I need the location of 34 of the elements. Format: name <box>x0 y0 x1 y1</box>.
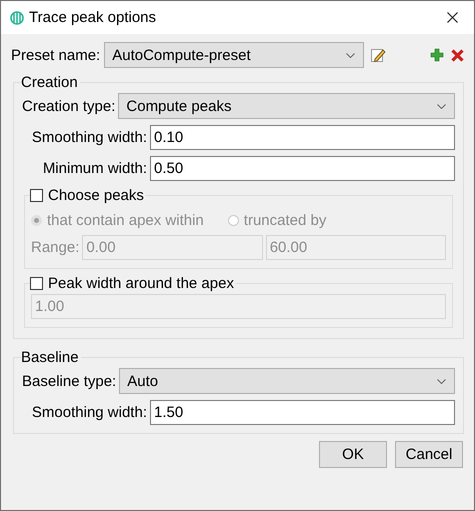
cancel-button[interactable]: Cancel <box>395 441 463 468</box>
add-icon[interactable] <box>430 48 444 62</box>
field-label: Preset name: <box>11 46 100 64</box>
field-label: Smoothing width: <box>30 404 147 421</box>
group-title: Baseline <box>21 349 80 366</box>
radio-label: that contain apex within <box>47 212 204 229</box>
caret-icon <box>437 104 446 108</box>
field-label: Baseline type: <box>22 372 116 390</box>
field-label: Minimum width: <box>42 160 147 177</box>
checkbox-label: Choose peaks <box>48 187 144 204</box>
checkbox[interactable] <box>30 277 43 290</box>
ok-button[interactable]: OK <box>319 441 387 468</box>
dropdown[interactable]: Auto <box>119 368 455 394</box>
caret-icon <box>346 52 356 58</box>
pencil-icon[interactable] <box>370 47 386 63</box>
field-label: Creation type: <box>22 98 116 114</box>
input-field[interactable]: 1.50 <box>150 400 455 425</box>
field-label: Smoothing width: <box>30 129 147 146</box>
app-icon <box>10 10 24 24</box>
radio-button[interactable] <box>228 215 239 226</box>
delete-icon[interactable] <box>451 48 464 62</box>
close-icon <box>446 12 458 23</box>
input-field[interactable]: 0.50 <box>150 156 455 181</box>
dropdown[interactable]: Compute peaks <box>118 93 455 119</box>
checkbox[interactable] <box>30 189 43 202</box>
radio-button[interactable] <box>31 215 42 226</box>
group-title: Creation <box>21 74 79 91</box>
window-title: Trace peak options <box>29 9 158 26</box>
dropdown[interactable]: AutoCompute-preset <box>104 42 364 68</box>
field-label: Range: <box>31 239 80 256</box>
input-field[interactable]: 0.10 <box>150 125 455 150</box>
checkbox-label: Peak width around the apex <box>48 275 234 292</box>
caret-icon <box>437 378 446 384</box>
radio-label: truncated by <box>244 212 326 229</box>
